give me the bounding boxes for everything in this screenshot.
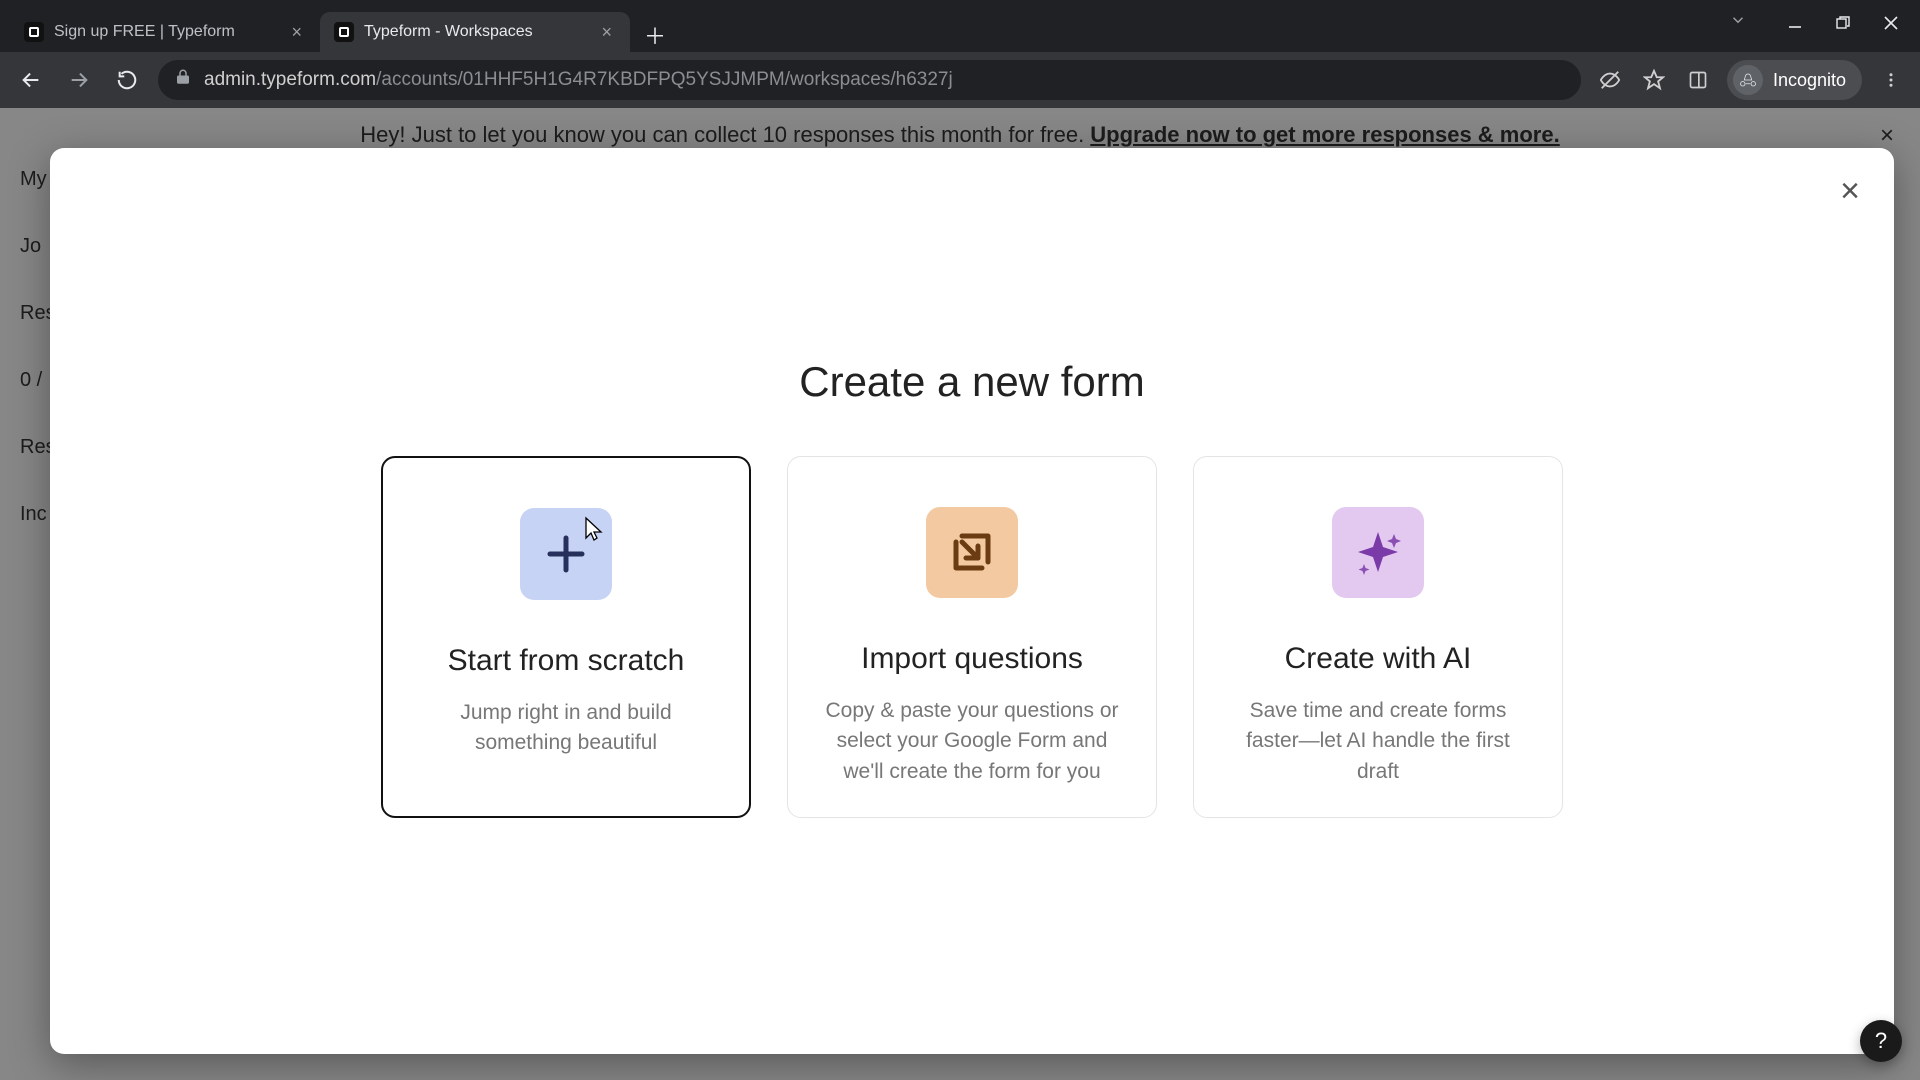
window-maximize-button[interactable] xyxy=(1820,6,1866,40)
window-minimize-button[interactable] xyxy=(1772,6,1818,40)
option-title: Create with AI xyxy=(1285,642,1472,676)
profile-label: Incognito xyxy=(1773,70,1846,91)
reload-button[interactable] xyxy=(110,63,144,97)
plus-icon xyxy=(520,508,612,600)
profile-incognito-button[interactable]: Incognito xyxy=(1727,60,1862,100)
url-host: admin.typeform.com xyxy=(204,69,376,90)
option-create-with-ai[interactable]: Create with AI Save time and create form… xyxy=(1193,456,1563,818)
install-app-icon[interactable] xyxy=(1683,65,1713,95)
page-body: Hey! Just to let you know you can collec… xyxy=(0,108,1920,1080)
modal-close-button[interactable]: × xyxy=(1840,174,1860,208)
url-path: /accounts/01HHF5H1G4R7KBDFPQ5YSJJMPM/wor… xyxy=(376,69,953,90)
option-title: Start from scratch xyxy=(448,644,685,678)
tab-close-button[interactable]: × xyxy=(597,21,616,43)
option-cards: Start from scratch Jump right in and bui… xyxy=(381,456,1563,818)
option-import-questions[interactable]: Import questions Copy & paste your quest… xyxy=(787,456,1157,818)
help-button[interactable]: ? xyxy=(1860,1020,1902,1062)
tab-strip: Sign up FREE | Typeform × Typeform - Wor… xyxy=(0,0,1920,52)
option-start-from-scratch[interactable]: Start from scratch Jump right in and bui… xyxy=(381,456,751,818)
url-text: admin.typeform.com/accounts/01HHF5H1G4R7… xyxy=(204,69,953,91)
back-button[interactable] xyxy=(14,63,48,97)
browser-toolbar: admin.typeform.com/accounts/01HHF5H1G4R7… xyxy=(0,52,1920,108)
bookmark-star-icon[interactable] xyxy=(1639,65,1669,95)
tab-title: Typeform - Workspaces xyxy=(364,23,587,41)
window-close-button[interactable] xyxy=(1868,6,1914,40)
option-desc: Copy & paste your questions or select yo… xyxy=(820,696,1124,787)
sparkle-icon xyxy=(1332,507,1424,598)
option-title: Import questions xyxy=(861,642,1083,676)
tab-workspaces[interactable]: Typeform - Workspaces × xyxy=(320,12,630,52)
address-bar[interactable]: admin.typeform.com/accounts/01HHF5H1G4R7… xyxy=(158,60,1581,100)
favicon-icon xyxy=(334,22,354,42)
lock-icon xyxy=(174,68,192,92)
option-desc: Jump right in and build something beauti… xyxy=(415,698,717,759)
tab-close-button[interactable]: × xyxy=(287,21,306,43)
favicon-icon xyxy=(24,22,44,42)
forward-button[interactable] xyxy=(62,63,96,97)
option-desc: Save time and create forms faster—let AI… xyxy=(1226,696,1530,787)
tab-title: Sign up FREE | Typeform xyxy=(54,23,277,41)
incognito-icon xyxy=(1733,65,1763,95)
help-label: ? xyxy=(1875,1028,1887,1054)
create-form-modal: × Create a new form Start from scratch J… xyxy=(50,148,1894,1054)
kebab-menu-icon[interactable] xyxy=(1876,65,1906,95)
import-icon xyxy=(926,507,1018,598)
new-tab-button[interactable]: ＋ xyxy=(638,18,672,52)
eye-off-icon[interactable] xyxy=(1595,65,1625,95)
tab-signup[interactable]: Sign up FREE | Typeform × xyxy=(10,12,320,52)
tabs-dropdown-icon[interactable] xyxy=(1724,6,1752,34)
modal-title: Create a new form xyxy=(799,358,1144,406)
